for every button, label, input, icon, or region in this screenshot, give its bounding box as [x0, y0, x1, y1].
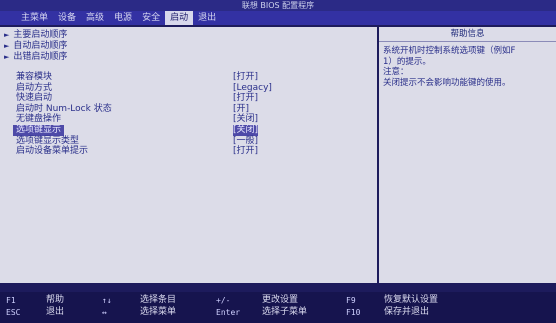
footer-f9: F9 — [346, 296, 356, 305]
submenu-error-boot[interactable]: ► 出错启动顺序 — [4, 52, 67, 63]
setting-value[interactable]: [打开] — [233, 146, 258, 157]
setting-label: 兼容模块 — [16, 72, 53, 82]
setting-value[interactable]: [开] — [233, 104, 249, 115]
footer-esc: ESC — [6, 308, 21, 317]
setting-boot-menu-prompt[interactable]: 启动设备菜单提示 [打开] — [16, 146, 371, 157]
help-title: 帮助信息 — [379, 27, 556, 42]
bios-title: 联想 BIOS 配置程序 — [0, 0, 556, 11]
menu-bar: 主菜单 设备 高级 电源 安全 启动 退出 — [0, 11, 556, 25]
footer-desc: 退出 — [46, 307, 65, 317]
settings-panel: ► 主要启动顺序 ► 自动启动顺序 ► 出错启动顺序 兼容模块 [打开] 启动方式 [… — [0, 27, 377, 283]
footer-plusminus: +/- — [216, 296, 231, 305]
setting-numlock[interactable]: 启动时 Num-Lock 状态 [开] — [16, 104, 371, 115]
menu-startup[interactable]: 启动 — [165, 11, 194, 25]
submenu-auto-boot[interactable]: ► 自动启动顺序 — [4, 41, 67, 52]
footer-leftright: ↔ — [102, 308, 107, 317]
setting-value[interactable]: [关闭] — [233, 114, 258, 125]
key-help-footer: F1 帮助 ESC 退出 ↑↓ 选择条目 ↔ 选择菜单 +/- 更改设置 Ent… — [0, 292, 556, 323]
footer-desc: 选择菜单 — [140, 307, 177, 317]
submenu-list: ► 主要启动顺序 ► 自动启动顺序 ► 出错启动顺序 — [4, 30, 67, 63]
setting-value[interactable]: [Legacy] — [233, 83, 272, 94]
setting-keyboardless[interactable]: 无键盘操作 [关闭] — [16, 114, 371, 125]
footer-f10: F10 — [346, 308, 361, 317]
submenu-primary-boot[interactable]: ► 主要启动顺序 — [4, 30, 67, 41]
setting-label: 无键盘操作 — [16, 114, 62, 125]
setting-label: 快速启动 — [16, 93, 53, 104]
setting-option-key-display[interactable]: 选项键显示 [关闭] — [13, 124, 371, 136]
setting-value[interactable]: [关闭] — [233, 124, 259, 136]
menu-security[interactable]: 安全 — [137, 11, 165, 25]
help-text: 系统开机时控制系统选项键（例如F 1）的提示。 注意： 关闭提示不会影响功能键的… — [383, 46, 516, 88]
menu-advanced[interactable]: 高级 — [81, 11, 109, 25]
footer-desc: 选择条目 — [140, 295, 177, 305]
footer-f1: F1 — [6, 296, 16, 305]
footer-desc: 恢复默认设置 — [384, 295, 439, 305]
footer-updown: ↑↓ — [102, 296, 112, 305]
setting-label: 启动时 Num-Lock 状态 — [16, 103, 112, 114]
footer-desc: 选择子菜单 — [262, 307, 308, 317]
setting-label: 启动方式 — [16, 82, 53, 93]
footer-desc: 保存并退出 — [384, 307, 430, 317]
menu-power[interactable]: 电源 — [109, 11, 137, 25]
setting-value[interactable]: [打开] — [233, 93, 258, 104]
setting-option-key-type[interactable]: 选项键显示类型 [一般] — [16, 136, 371, 147]
setting-value[interactable]: [一般] — [233, 136, 258, 147]
help-panel: 帮助信息 系统开机时控制系统选项键（例如F 1）的提示。 注意： 关闭提示不会影… — [379, 27, 556, 283]
settings-list: 兼容模块 [打开] 启动方式 [Legacy] 快速启动 [打开] 启动时 Nu… — [13, 72, 371, 157]
menu-main[interactable]: 主菜单 — [16, 11, 53, 25]
triangle-right-icon: ► — [4, 53, 10, 61]
footer-desc: 帮助 — [46, 295, 65, 305]
setting-label: 选项键显示类型 — [16, 135, 80, 146]
menu-exit[interactable]: 退出 — [193, 11, 221, 25]
setting-value[interactable]: [打开] — [233, 72, 258, 83]
setting-label: 选项键显示 — [13, 124, 65, 136]
triangle-right-icon: ► — [4, 42, 10, 50]
triangle-right-icon: ► — [4, 31, 10, 39]
setting-boot-mode[interactable]: 启动方式 [Legacy] — [16, 83, 371, 94]
footer-desc: 更改设置 — [262, 295, 299, 305]
setting-label: 启动设备菜单提示 — [16, 146, 89, 157]
setting-compat-module[interactable]: 兼容模块 [打开] — [16, 72, 371, 83]
footer-enter: Enter — [216, 308, 241, 317]
menu-devices[interactable]: 设备 — [53, 11, 81, 25]
setting-quick-boot[interactable]: 快速启动 [打开] — [16, 93, 371, 104]
